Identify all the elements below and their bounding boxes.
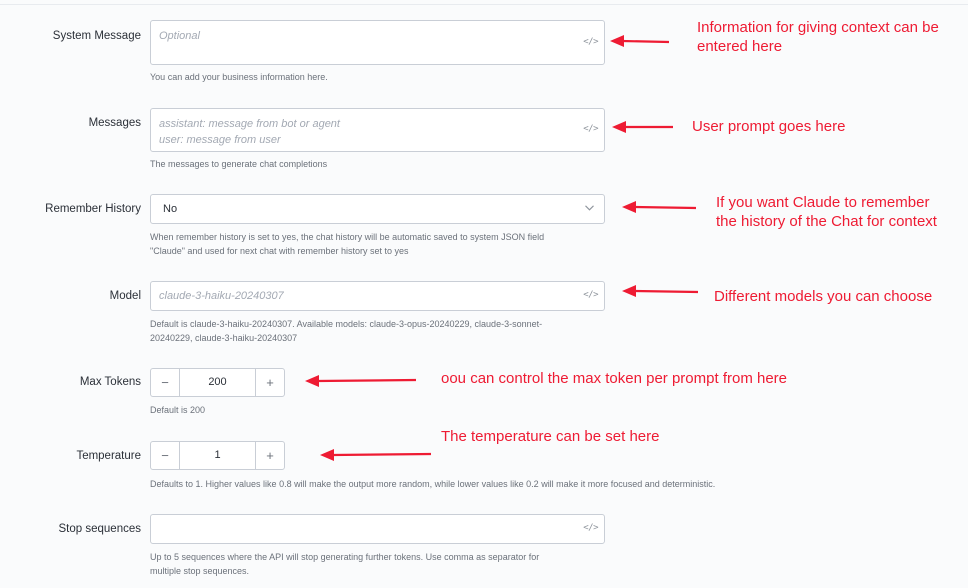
arrow-left-icon — [612, 121, 673, 133]
arrow-left-icon — [305, 375, 417, 387]
annotation-temperature: The temperature can be set here — [441, 428, 660, 445]
arrow-left-icon — [622, 285, 699, 297]
arrow-left-icon — [320, 449, 432, 461]
arrow-left-icon — [610, 35, 670, 47]
annotation-max-tokens: oou can control the max token per prompt… — [441, 370, 788, 387]
annotation-system-message-line1: Information for giving context can be — [697, 19, 939, 36]
annotation-remember-line2: the history of the Chat for context — [716, 213, 937, 230]
annotation-model: Different models you can choose — [714, 288, 933, 305]
arrow-left-icon — [622, 201, 697, 213]
annotation-messages: User prompt goes here — [692, 118, 846, 135]
annotation-system-message-line2: entered here — [697, 38, 783, 55]
annotation-remember-line1: If you want Claude to remember — [716, 194, 930, 211]
